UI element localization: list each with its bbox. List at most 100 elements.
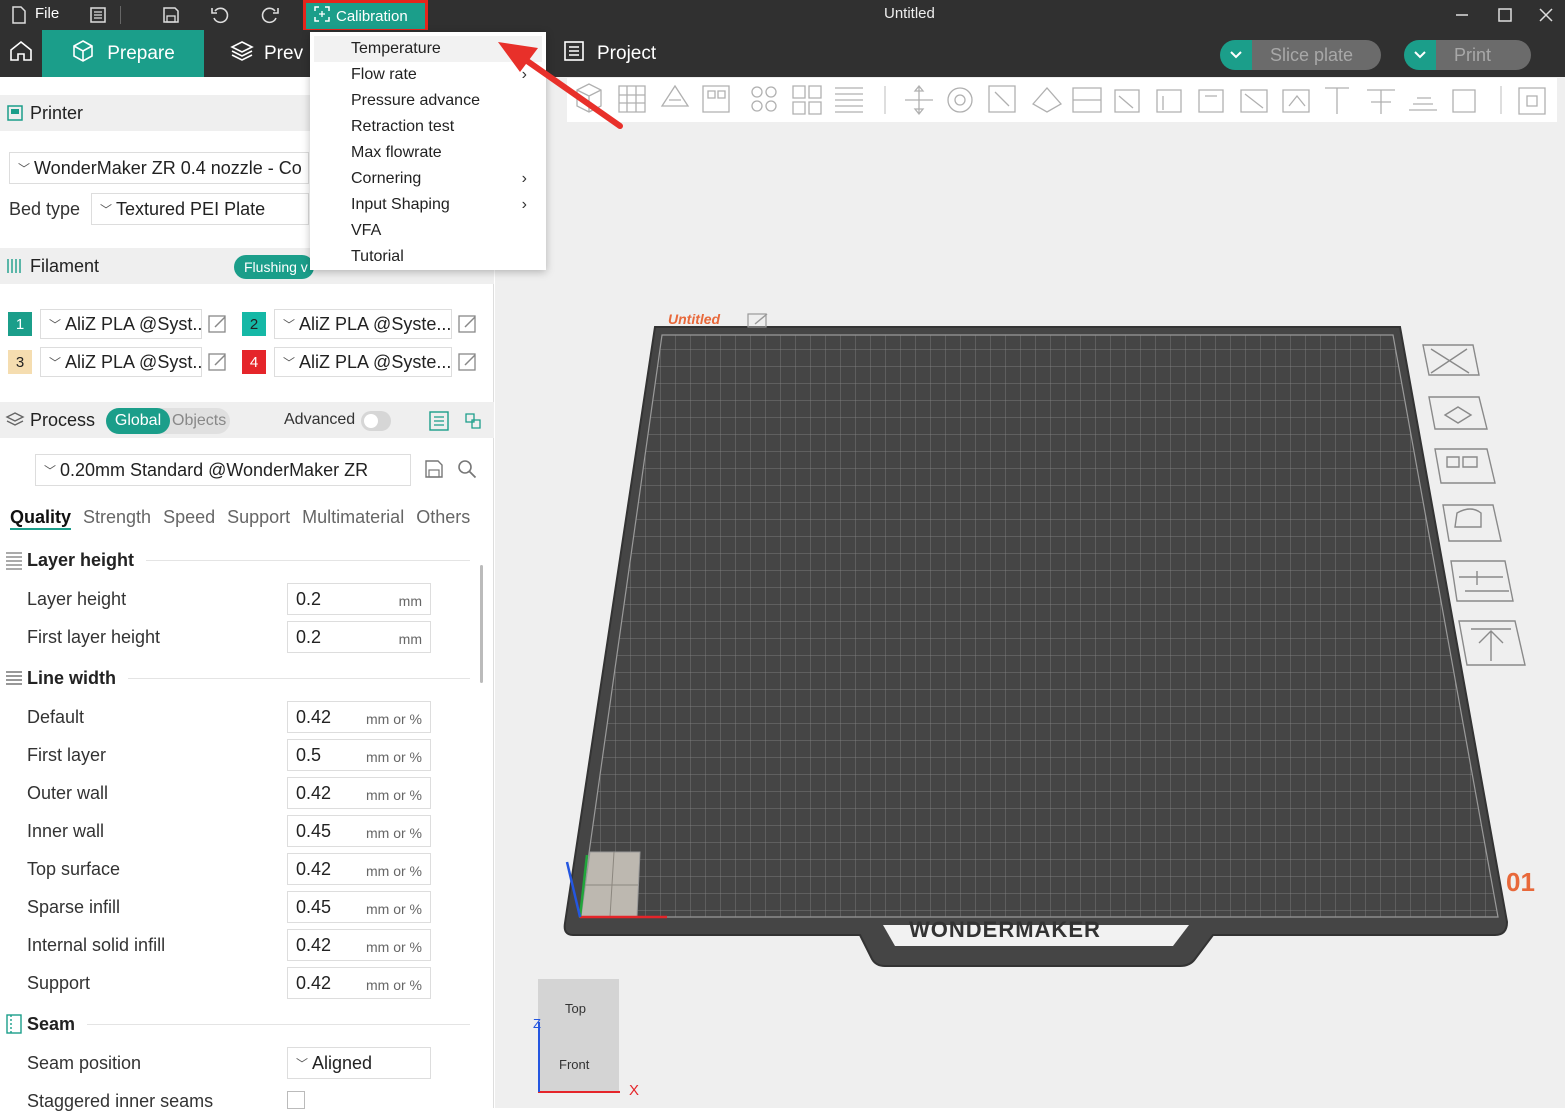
line-width-default-input[interactable]: 0.42 mm or % bbox=[287, 701, 431, 733]
line-width-outer-wall-input[interactable]: 0.42 mm or % bbox=[287, 777, 431, 809]
close-icon[interactable] bbox=[1535, 4, 1557, 26]
move-icon bbox=[905, 84, 933, 116]
global-toggle[interactable]: Global bbox=[106, 408, 170, 434]
group-title: Line width bbox=[27, 667, 116, 688]
orient-icon bbox=[660, 84, 690, 107]
arrange-icon bbox=[702, 85, 730, 113]
view-cube-top[interactable]: Top bbox=[565, 1001, 586, 1016]
tab-multimaterial[interactable]: Multimaterial bbox=[302, 507, 404, 530]
line-width-internal-solid-infill-label: Internal solid infill bbox=[27, 935, 166, 955]
redo-icon[interactable] bbox=[259, 4, 281, 26]
tab-support[interactable]: Support bbox=[227, 507, 290, 530]
menu-item-cornering[interactable]: Cornering › bbox=[351, 166, 541, 192]
unit: mm or % bbox=[366, 749, 422, 765]
line-width-sparse-infill-input[interactable]: 0.45 mm or % bbox=[287, 891, 431, 923]
seam-paint-icon bbox=[1156, 89, 1182, 113]
line-width-top-surface-label: Top surface bbox=[27, 859, 121, 879]
menu-item-tutorial[interactable]: Tutorial bbox=[351, 244, 541, 270]
staggered-inner-seams-checkbox[interactable] bbox=[287, 1091, 305, 1109]
process-profile-select[interactable]: ﹀ 0.20mm Standard @WonderMaker ZR bbox=[35, 454, 411, 486]
variable-layer-icon bbox=[1409, 97, 1437, 111]
support-paint-icon bbox=[1114, 89, 1140, 113]
text-tool-icon bbox=[1325, 87, 1349, 114]
edit-icon[interactable] bbox=[457, 351, 479, 373]
value: 0.42 bbox=[296, 858, 332, 879]
seam-position-label: Seam position bbox=[27, 1053, 142, 1073]
swap-icon[interactable] bbox=[462, 410, 484, 437]
filament-name: AliZ PLA @Syst... bbox=[65, 351, 202, 372]
menu-item-vfa[interactable]: VFA bbox=[351, 218, 541, 244]
bed-type-select[interactable]: ﹀ Textured PEI Plate bbox=[91, 193, 309, 225]
edit-icon[interactable] bbox=[207, 313, 229, 335]
chevron-down-icon[interactable] bbox=[1220, 40, 1252, 70]
filament-select-3[interactable]: ﹀ AliZ PLA @Syst... bbox=[40, 347, 202, 377]
line-width-support-input[interactable]: 0.42 mm or % bbox=[287, 967, 431, 999]
layers-list-icon bbox=[835, 87, 863, 113]
tab-speed[interactable]: Speed bbox=[163, 507, 215, 530]
menu-item-label: Retraction test bbox=[351, 118, 455, 135]
line-width-internal-solid-infill-input[interactable]: 0.42 mm or % bbox=[287, 929, 431, 961]
brim-ears-icon bbox=[1452, 89, 1476, 113]
save-icon[interactable] bbox=[160, 4, 182, 26]
view-cube-front[interactable]: Front bbox=[559, 1057, 589, 1072]
tab-quality[interactable]: Quality bbox=[10, 507, 72, 530]
home-button[interactable] bbox=[0, 30, 42, 77]
menu-item-max-flowrate[interactable]: Max flowrate bbox=[351, 140, 541, 166]
layer-height-label: Layer height bbox=[27, 589, 127, 609]
edit-icon[interactable] bbox=[457, 313, 479, 335]
minimize-icon[interactable] bbox=[1451, 4, 1473, 26]
save-profile-icon[interactable] bbox=[424, 459, 444, 484]
edit-plate-name-icon[interactable] bbox=[747, 312, 771, 333]
line-width-top-surface-input[interactable]: 0.42 mm or % bbox=[287, 853, 431, 885]
layer-height-input[interactable]: 0.2 mm bbox=[287, 583, 431, 615]
filament-select-4[interactable]: ﹀ AliZ PLA @Syste... bbox=[274, 347, 452, 377]
plate-name-label[interactable]: Untitled bbox=[668, 311, 720, 327]
line-width-icon bbox=[0, 668, 27, 688]
line-width-inner-wall-input[interactable]: 0.45 mm or % bbox=[287, 815, 431, 847]
canvas-toolbar bbox=[567, 78, 1557, 122]
chevron-down-icon: ﹀ bbox=[296, 1056, 309, 1071]
unit: mm or % bbox=[366, 939, 422, 955]
print-button[interactable]: Print bbox=[1404, 40, 1532, 70]
annotation-arrow bbox=[498, 42, 623, 129]
seam-position-select[interactable]: ﹀ Aligned bbox=[287, 1047, 431, 1079]
line-width-first-layer-input[interactable]: 0.5 mm or % bbox=[287, 739, 431, 771]
filament-select-1[interactable]: ﹀ AliZ PLA @Syst... bbox=[40, 309, 202, 339]
tab-others[interactable]: Others bbox=[416, 507, 470, 530]
process-section-header[interactable]: Process Global Objects Advanced bbox=[0, 402, 494, 438]
file-menu[interactable]: File bbox=[35, 5, 59, 22]
tab-prepare[interactable]: Prepare bbox=[42, 30, 204, 77]
first-layer-height-label: First layer height bbox=[27, 627, 161, 647]
line-width-first-layer-label: First layer bbox=[27, 745, 107, 765]
tab-preview[interactable]: Prev bbox=[230, 30, 310, 77]
view-cube[interactable]: Top Front bbox=[538, 979, 619, 1093]
search-icon[interactable] bbox=[457, 459, 477, 484]
file-icon[interactable] bbox=[8, 4, 30, 26]
edit-icon[interactable] bbox=[207, 351, 229, 373]
slice-plate-button[interactable]: Slice plate bbox=[1220, 40, 1382, 70]
tab-strength[interactable]: Strength bbox=[83, 507, 151, 530]
undo-icon[interactable] bbox=[209, 4, 231, 26]
lay-on-face-icon bbox=[1031, 87, 1063, 113]
chevron-right-icon: › bbox=[521, 170, 527, 187]
objects-toggle[interactable]: Objects bbox=[172, 412, 226, 430]
first-layer-height-input[interactable]: 0.2 mm bbox=[287, 621, 431, 653]
fuzzy-skin-icon bbox=[1240, 89, 1268, 113]
maximize-icon[interactable] bbox=[1494, 4, 1516, 26]
axis-x-label: X bbox=[629, 1082, 640, 1099]
chevron-down-icon[interactable] bbox=[1404, 40, 1436, 70]
compare-list-icon[interactable] bbox=[428, 410, 450, 437]
bed-type-value: Textured PEI Plate bbox=[116, 198, 266, 219]
tab-preview-label: Prev bbox=[264, 42, 304, 64]
calibration-menu-button[interactable]: Calibration bbox=[303, 0, 428, 32]
list-icon[interactable] bbox=[87, 4, 109, 26]
color-paint-icon bbox=[1198, 89, 1224, 113]
filament-select-2[interactable]: ﹀ AliZ PLA @Syste... bbox=[274, 309, 452, 339]
flushing-volumes-button[interactable]: Flushing v bbox=[234, 255, 314, 279]
advanced-switch[interactable] bbox=[361, 411, 391, 431]
3d-viewport[interactable]: Untitled 01 WONDERMAKER Top Front X Z bbox=[495, 77, 1565, 1108]
scrollbar[interactable] bbox=[480, 565, 483, 683]
menu-item-input-shaping[interactable]: Input Shaping › bbox=[351, 192, 541, 218]
printer-select[interactable]: ﹀ WonderMaker ZR 0.4 nozzle - Co bbox=[9, 152, 309, 184]
value: 0.42 bbox=[296, 934, 332, 955]
